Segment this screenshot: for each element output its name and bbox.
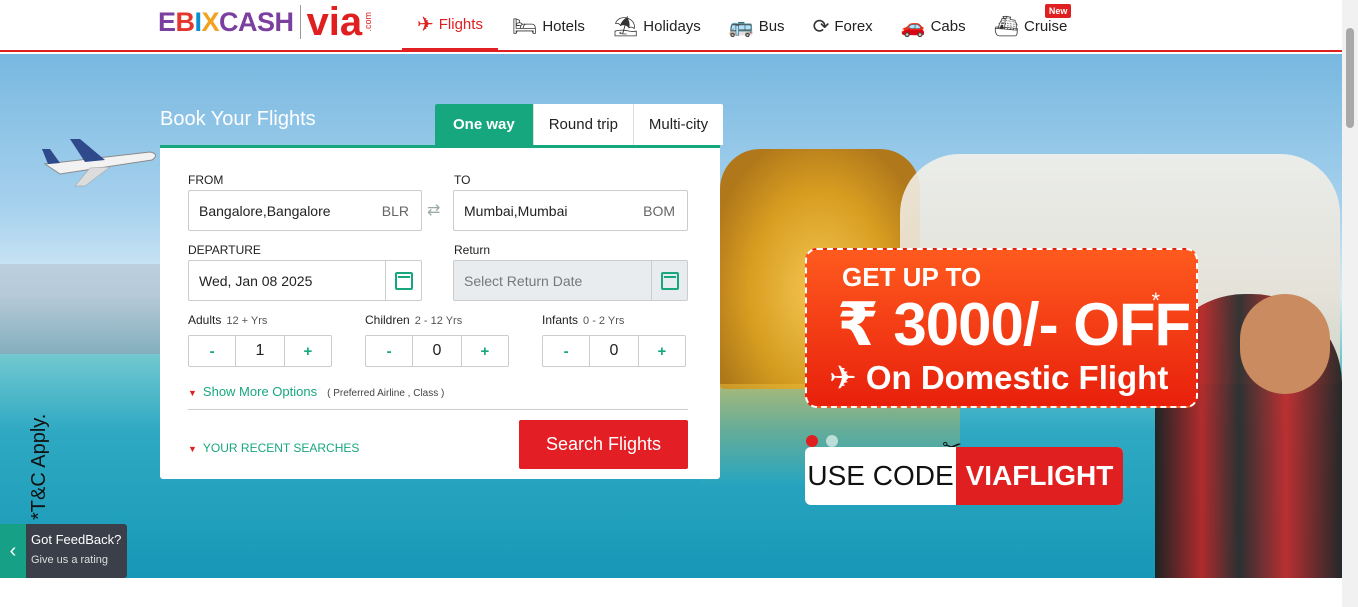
nav-holidays[interactable]: ⛱ Holidays <box>599 0 715 52</box>
nav-holidays-label: Holidays <box>643 17 701 35</box>
nav-bus[interactable]: 🚌 Bus <box>715 0 799 52</box>
nav-forex[interactable]: ⟳ Forex <box>799 0 887 52</box>
infants-plus-button[interactable]: + <box>639 336 685 366</box>
ebixcash-logo: EBIXCASH <box>158 6 294 37</box>
from-field[interactable]: Bangalore,Bangalore BLR <box>188 190 422 231</box>
via-logo-com: .com <box>363 12 374 32</box>
return-label: Return <box>454 243 491 257</box>
top-header: EBIXCASH via .com ✈ Flights 🛏 Hotels ⛱ H… <box>0 0 1342 52</box>
promo-code-box: USE CODE VIAFLIGHT <box>805 447 1123 505</box>
logo-divider <box>299 5 301 39</box>
nav-hotels[interactable]: 🛏 Hotels <box>498 0 599 52</box>
adults-label: Adults 12 + Yrs <box>188 313 268 327</box>
promo-line1: GET UP TO <box>842 262 982 292</box>
swap-icon[interactable]: ⇄ <box>427 200 440 220</box>
bus-icon: 🚌 <box>728 15 754 38</box>
adults-minus-button[interactable]: - <box>189 336 235 366</box>
book-flights-title: Book Your Flights <box>160 108 316 130</box>
feedback-widget[interactable]: ‹ Got FeedBack? Give us a rating <box>0 524 127 578</box>
return-field[interactable]: Select Return Date <box>453 260 688 301</box>
scrollbar-thumb[interactable] <box>1346 28 1354 128</box>
departure-value: Wed, Jan 08 2025 <box>199 272 313 289</box>
tab-multi-city[interactable]: Multi-city <box>634 104 723 145</box>
caret-down-icon: ▼ <box>188 388 197 398</box>
infants-minus-button[interactable]: - <box>543 336 589 366</box>
adults-range: 12 + Yrs <box>226 315 268 327</box>
infants-stepper: - 0 + <box>542 335 686 367</box>
chevron-left-icon[interactable]: ‹ <box>0 524 26 578</box>
via-logo: via <box>306 0 363 44</box>
traveler-head-image <box>1240 294 1330 394</box>
adults-plus-button[interactable]: + <box>285 336 331 366</box>
promo-offer-card[interactable]: GET UP TO ₹ 3000/- OFF * ✈ On Domestic F… <box>805 248 1198 408</box>
beach-icon: ⛱ <box>612 15 639 38</box>
carousel-dots <box>806 435 838 447</box>
recent-searches-link[interactable]: ▼ YOUR RECENT SEARCHES <box>188 441 359 455</box>
promo-line3: ✈ On Domestic Flight <box>829 359 1169 396</box>
infants-range: 0 - 2 Yrs <box>583 315 625 327</box>
divider <box>188 409 688 410</box>
children-count[interactable]: 0 <box>412 336 462 366</box>
car-icon: 🚗 <box>900 15 926 38</box>
adults-count[interactable]: 1 <box>235 336 285 366</box>
more-options-hint: ( Preferred Airline , Class ) <box>327 388 445 399</box>
adults-stepper: - 1 + <box>188 335 332 367</box>
flight-search-panel: FROM Bangalore,Bangalore BLR ⇄ TO Mumbai… <box>160 145 720 479</box>
children-minus-button[interactable]: - <box>366 336 412 366</box>
nav-flights[interactable]: ✈ Flights <box>402 0 498 52</box>
departure-field[interactable]: Wed, Jan 08 2025 <box>188 260 422 301</box>
infants-label: Infants 0 - 2 Yrs <box>542 313 625 327</box>
children-plus-button[interactable]: + <box>462 336 508 366</box>
nav-bus-label: Bus <box>758 17 785 35</box>
page-scrollbar[interactable] <box>1342 0 1358 607</box>
nav-cabs[interactable]: 🚗 Cabs <box>887 0 980 52</box>
return-calendar-icon[interactable] <box>651 261 687 300</box>
airplane-image <box>42 139 156 187</box>
from-code: BLR <box>381 202 409 219</box>
to-label: TO <box>454 173 471 187</box>
nav-cabs-label: Cabs <box>930 17 966 35</box>
nav-flights-label: Flights <box>438 15 483 33</box>
bed-icon: 🛏 <box>511 15 538 38</box>
children-stepper: - 0 + <box>365 335 509 367</box>
site-logo[interactable]: EBIXCASH via .com <box>158 2 373 42</box>
return-placeholder: Select Return Date <box>464 272 583 289</box>
caret-down-icon: ▼ <box>188 444 197 454</box>
tc-apply-text: *T&C Apply. <box>28 413 50 520</box>
tab-one-way[interactable]: One way <box>435 104 534 145</box>
new-badge: New <box>1044 4 1072 18</box>
promo-line2: ₹ 3000/- OFF <box>837 291 1191 358</box>
forex-icon: ⟳ <box>812 15 830 38</box>
feedback-subtitle: Give us a rating <box>31 554 109 566</box>
plane-icon: ✈ <box>417 13 434 36</box>
promo-code-value: VIAFLIGHT <box>956 447 1123 505</box>
calendar-icon[interactable] <box>385 261 421 300</box>
carousel-dot-2[interactable] <box>826 435 838 447</box>
trip-type-tabs: One way Round trip Multi-city <box>435 104 724 145</box>
nav-cruise-label: Cruise <box>1024 17 1068 35</box>
from-label: FROM <box>188 173 224 187</box>
tab-round-trip[interactable]: Round trip <box>534 104 634 145</box>
nav-forex-label: Forex <box>834 17 873 35</box>
from-value: Bangalore,Bangalore <box>199 202 331 219</box>
promo-asterisk: * <box>1151 288 1160 313</box>
ship-icon: ⛴ <box>993 15 1019 38</box>
to-value: Mumbai,Mumbai <box>464 202 568 219</box>
to-code: BOM <box>643 202 675 219</box>
departure-label: DEPARTURE <box>188 243 261 257</box>
children-label: Children 2 - 12 Yrs <box>365 313 463 327</box>
nav-cruise[interactable]: ⛴ Cruise New <box>980 0 1082 52</box>
nav-hotels-label: Hotels <box>542 17 585 35</box>
main-nav: ✈ Flights 🛏 Hotels ⛱ Holidays 🚌 Bus ⟳ Fo… <box>402 0 1081 52</box>
infants-count[interactable]: 0 <box>589 336 639 366</box>
show-more-options-link[interactable]: ▼ Show More Options( Preferred Airline , … <box>188 384 444 399</box>
carousel-dot-1[interactable] <box>806 435 818 447</box>
search-flights-button[interactable]: Search Flights <box>519 420 688 469</box>
use-code-label: USE CODE <box>807 460 954 491</box>
children-range: 2 - 12 Yrs <box>414 315 463 327</box>
to-field[interactable]: Mumbai,Mumbai BOM <box>453 190 688 231</box>
feedback-title: Got FeedBack? <box>31 532 122 547</box>
